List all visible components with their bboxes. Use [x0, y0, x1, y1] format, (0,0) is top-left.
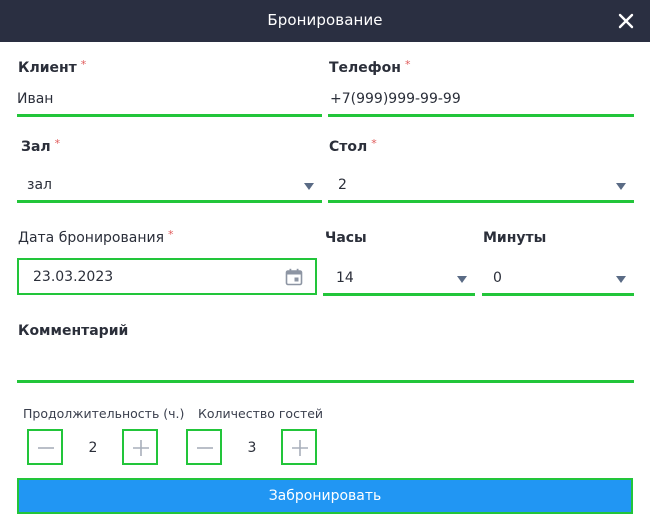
required-mark: * — [54, 137, 61, 150]
date-value: 23.03.2023 — [33, 269, 114, 285]
dialog-title: Бронирование — [267, 11, 383, 29]
date-input[interactable]: 23.03.2023 — [17, 258, 317, 295]
hours-select[interactable]: 14 — [323, 262, 475, 296]
guests-decrement-button[interactable] — [186, 429, 222, 465]
chevron-down-icon — [616, 276, 626, 283]
phone-label: Телефон * — [329, 58, 411, 76]
comment-input[interactable] — [17, 349, 634, 383]
hall-select[interactable]: зал — [17, 169, 322, 203]
table-label: Стол * — [329, 137, 377, 155]
guests-label: Количество гостей — [198, 406, 324, 421]
hours-label: Часы — [325, 230, 367, 246]
phone-value: +7(999)999-99-99 — [330, 91, 461, 107]
book-button[interactable]: Забронировать — [17, 478, 633, 514]
required-mark: * — [80, 58, 87, 71]
chevron-down-icon — [457, 276, 467, 283]
table-value: 2 — [338, 177, 347, 193]
comment-label: Комментарий — [18, 323, 129, 339]
minus-icon — [197, 447, 213, 449]
required-mark: * — [404, 58, 411, 71]
minutes-label: Минуты — [483, 230, 547, 246]
required-mark: * — [168, 228, 174, 241]
plus-icon — [292, 440, 308, 456]
duration-decrement-button[interactable] — [27, 429, 63, 465]
duration-label: Продолжительность (ч.) — [23, 406, 185, 421]
minutes-select[interactable]: 0 — [482, 262, 634, 296]
minutes-value: 0 — [493, 270, 502, 286]
calendar-icon[interactable] — [285, 268, 303, 286]
date-label: Дата бронирования * — [18, 228, 174, 246]
duration-increment-button[interactable] — [122, 429, 158, 465]
client-input[interactable]: Иван — [17, 83, 322, 117]
chevron-down-icon — [616, 183, 626, 190]
client-value: Иван — [17, 91, 54, 107]
duration-value: 2 — [88, 440, 98, 456]
hall-label: Зал * — [21, 137, 61, 155]
dialog-header: Бронирование — [0, 0, 650, 42]
hall-value: зал — [27, 177, 52, 193]
plus-icon — [133, 440, 149, 456]
guests-increment-button[interactable] — [281, 429, 317, 465]
minus-icon — [38, 447, 54, 449]
hours-value: 14 — [336, 270, 354, 286]
phone-input[interactable]: +7(999)999-99-99 — [328, 83, 634, 117]
guests-value: 3 — [247, 440, 257, 456]
table-select[interactable]: 2 — [328, 169, 634, 203]
close-icon[interactable] — [614, 9, 638, 33]
required-mark: * — [371, 137, 377, 150]
chevron-down-icon — [304, 183, 314, 190]
client-label: Клиент * — [18, 58, 87, 76]
